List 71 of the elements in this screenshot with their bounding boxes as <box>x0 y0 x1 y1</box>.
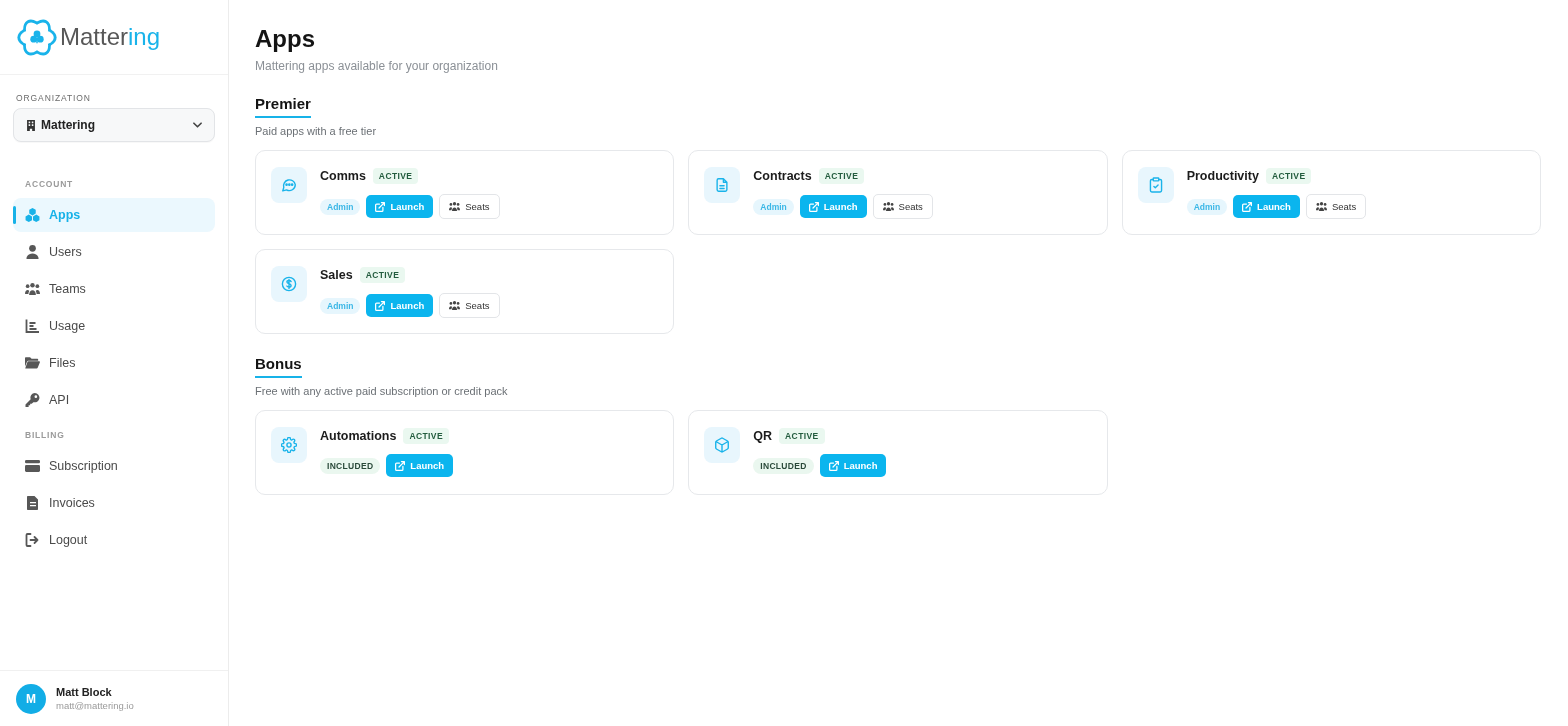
user-icon <box>25 245 40 259</box>
nav-item[interactable]: Logout <box>13 523 215 557</box>
status-badge: ACTIVE <box>359 267 406 283</box>
cubes-icon <box>25 208 40 222</box>
seats-button[interactable]: Seats <box>1305 194 1367 219</box>
nav-item[interactable]: Teams <box>13 272 215 306</box>
app-name: Sales <box>320 268 353 282</box>
people-icon <box>449 202 461 211</box>
logo-text: Mattering <box>60 22 161 52</box>
status-badge: ACTIVE <box>403 428 449 444</box>
status-badge: ACTIVE <box>372 168 419 184</box>
people-icon <box>882 202 894 211</box>
app-name: Productivity <box>1186 169 1259 183</box>
role-badge: Admin <box>320 297 361 314</box>
status-badge: ACTIVE <box>818 168 865 184</box>
page-title: Apps <box>255 24 316 54</box>
people-icon <box>1315 202 1327 211</box>
logout-icon <box>25 533 40 547</box>
nav-item[interactable]: Usage <box>13 309 215 343</box>
chat-icon <box>271 167 307 203</box>
seats-button[interactable]: Seats <box>872 194 933 219</box>
app-name: Comms <box>320 169 366 183</box>
status-badge: ACTIVE <box>779 428 825 444</box>
app-name: Automations <box>320 429 397 443</box>
people-icon <box>449 301 461 310</box>
organization-label: ORGANIZATION <box>15 92 91 104</box>
external-link-icon <box>828 460 839 471</box>
people-icon <box>25 282 40 296</box>
card-icon <box>25 459 40 473</box>
status-badge: ACTIVE <box>1265 168 1312 184</box>
nav-item[interactable]: Invoices <box>13 486 215 520</box>
document-icon <box>25 496 40 510</box>
nav-item[interactable]: Subscription <box>13 449 215 483</box>
app-name: QR <box>753 429 773 443</box>
external-link-icon <box>375 201 386 212</box>
external-link-icon <box>808 201 819 212</box>
user-avatar: M <box>16 683 46 714</box>
section-heading: Premier <box>255 94 311 118</box>
chevron-down-icon <box>193 122 202 128</box>
role-badge: Admin <box>753 198 794 215</box>
nav-section-label: BILLING <box>24 429 65 441</box>
section-description: Paid apps with a free tier <box>255 124 378 138</box>
nav-item[interactable]: Files <box>13 346 215 380</box>
dollar-icon <box>271 266 307 302</box>
nav-item[interactable]: Users <box>13 235 215 269</box>
nav-section-label: ACCOUNT <box>24 178 74 190</box>
external-link-icon <box>375 300 386 311</box>
user-email: matt@mattering.io <box>56 699 134 712</box>
section-description: Free with any active paid subscription or credit pack <box>255 384 509 398</box>
plan-badge: INCLUDED <box>320 457 381 474</box>
role-badge: Admin <box>320 198 361 215</box>
user-name: Matt Block <box>56 685 113 699</box>
folder-icon <box>25 356 40 370</box>
cube-icon <box>704 427 741 463</box>
app-name: Contracts <box>753 169 812 183</box>
settings-icon <box>271 427 307 463</box>
key-icon <box>25 393 40 407</box>
nav-item[interactable]: API <box>13 383 215 417</box>
organization-select[interactable]: Mattering <box>13 108 215 142</box>
document-icon <box>704 167 741 203</box>
plan-badge: INCLUDED <box>753 457 814 474</box>
external-link-icon <box>395 460 406 471</box>
seats-button[interactable]: Seats <box>439 293 500 318</box>
external-link-icon <box>1242 201 1253 212</box>
chart-icon <box>25 319 40 333</box>
role-badge: Admin <box>1186 198 1228 215</box>
section-heading: Bonus <box>255 354 302 378</box>
page-subtitle: Mattering apps available for your organization <box>255 58 499 74</box>
seats-button[interactable]: Seats <box>439 194 500 219</box>
building-icon <box>27 119 35 131</box>
clipboard-check-icon <box>1137 167 1174 203</box>
